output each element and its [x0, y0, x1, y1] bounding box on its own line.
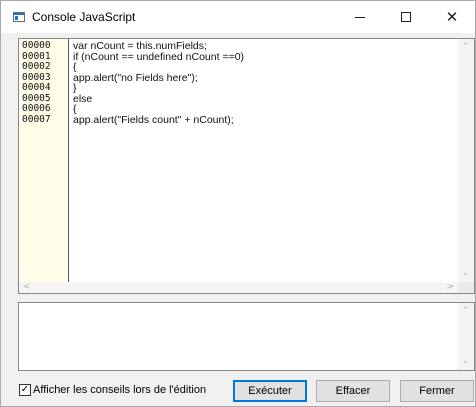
- scroll-down-icon[interactable]: ⌄: [462, 357, 470, 366]
- code-line: if (nCount == undefined nCount ==0): [73, 50, 245, 63]
- minimize-icon: [355, 16, 365, 18]
- editor-vertical-scrollbar[interactable]: ⌃ ⌄: [458, 39, 474, 282]
- code-line: app.alert("Fields count" + nCount);: [73, 113, 234, 126]
- editor-horizontal-scrollbar[interactable]: < >: [19, 282, 458, 293]
- code-line: var nCount = this.numFields;: [73, 40, 207, 52]
- code-line: {: [73, 61, 77, 73]
- close-button[interactable]: Fermer: [400, 380, 474, 402]
- scroll-left-icon[interactable]: <: [23, 283, 31, 292]
- console-app-icon: [13, 12, 25, 22]
- line-number: 00007: [22, 113, 51, 125]
- minimize-button[interactable]: [337, 1, 383, 33]
- show-hints-checkbox[interactable]: ✓: [19, 384, 31, 396]
- execute-button[interactable]: Exécuter: [233, 380, 307, 402]
- scroll-up-icon[interactable]: ⌃: [462, 307, 470, 316]
- output-area[interactable]: ⌃ ⌄: [18, 302, 475, 371]
- code-text-area[interactable]: var nCount = this.numFields; if (nCount …: [71, 39, 459, 283]
- close-window-button[interactable]: ✕: [429, 1, 475, 33]
- line-number-gutter: 00000 00001 00002 00003 00004 00005 0000…: [19, 39, 69, 283]
- checkmark-icon: ✓: [20, 384, 30, 395]
- scroll-down-icon[interactable]: ⌄: [462, 269, 470, 278]
- line-number: 00000: [22, 40, 51, 51]
- dialog-footer: ✓ Afficher les conseils lors de l'éditio…: [1, 377, 475, 407]
- show-hints-label[interactable]: Afficher les conseils lors de l'édition: [33, 384, 206, 396]
- maximize-button[interactable]: [383, 1, 429, 33]
- maximize-icon: [401, 12, 411, 22]
- output-vertical-scrollbar[interactable]: ⌃ ⌄: [458, 303, 474, 370]
- title-bar[interactable]: Console JavaScript ✕: [1, 1, 475, 33]
- window-title: Console JavaScript: [32, 10, 136, 24]
- line-number: 00002: [22, 61, 51, 72]
- code-line: {: [73, 103, 77, 115]
- code-line: else: [73, 92, 93, 105]
- javascript-console-window: Console JavaScript ✕ 00000 00001 00002 0…: [0, 0, 476, 407]
- scrollbar-corner: [458, 282, 474, 293]
- script-editor[interactable]: 00000 00001 00002 00003 00004 00005 0000…: [18, 38, 475, 294]
- line-number: 00006: [22, 103, 51, 114]
- show-hints-option[interactable]: ✓ Afficher les conseils lors de l'éditio…: [19, 384, 206, 396]
- scroll-right-icon[interactable]: >: [446, 283, 454, 292]
- clear-button[interactable]: Effacer: [316, 380, 390, 402]
- close-icon: ✕: [445, 7, 459, 26]
- code-line: }: [73, 82, 77, 94]
- line-number: 00004: [22, 82, 51, 93]
- code-line: app.alert("no Fields here");: [73, 71, 198, 84]
- scroll-up-icon[interactable]: ⌃: [462, 43, 470, 52]
